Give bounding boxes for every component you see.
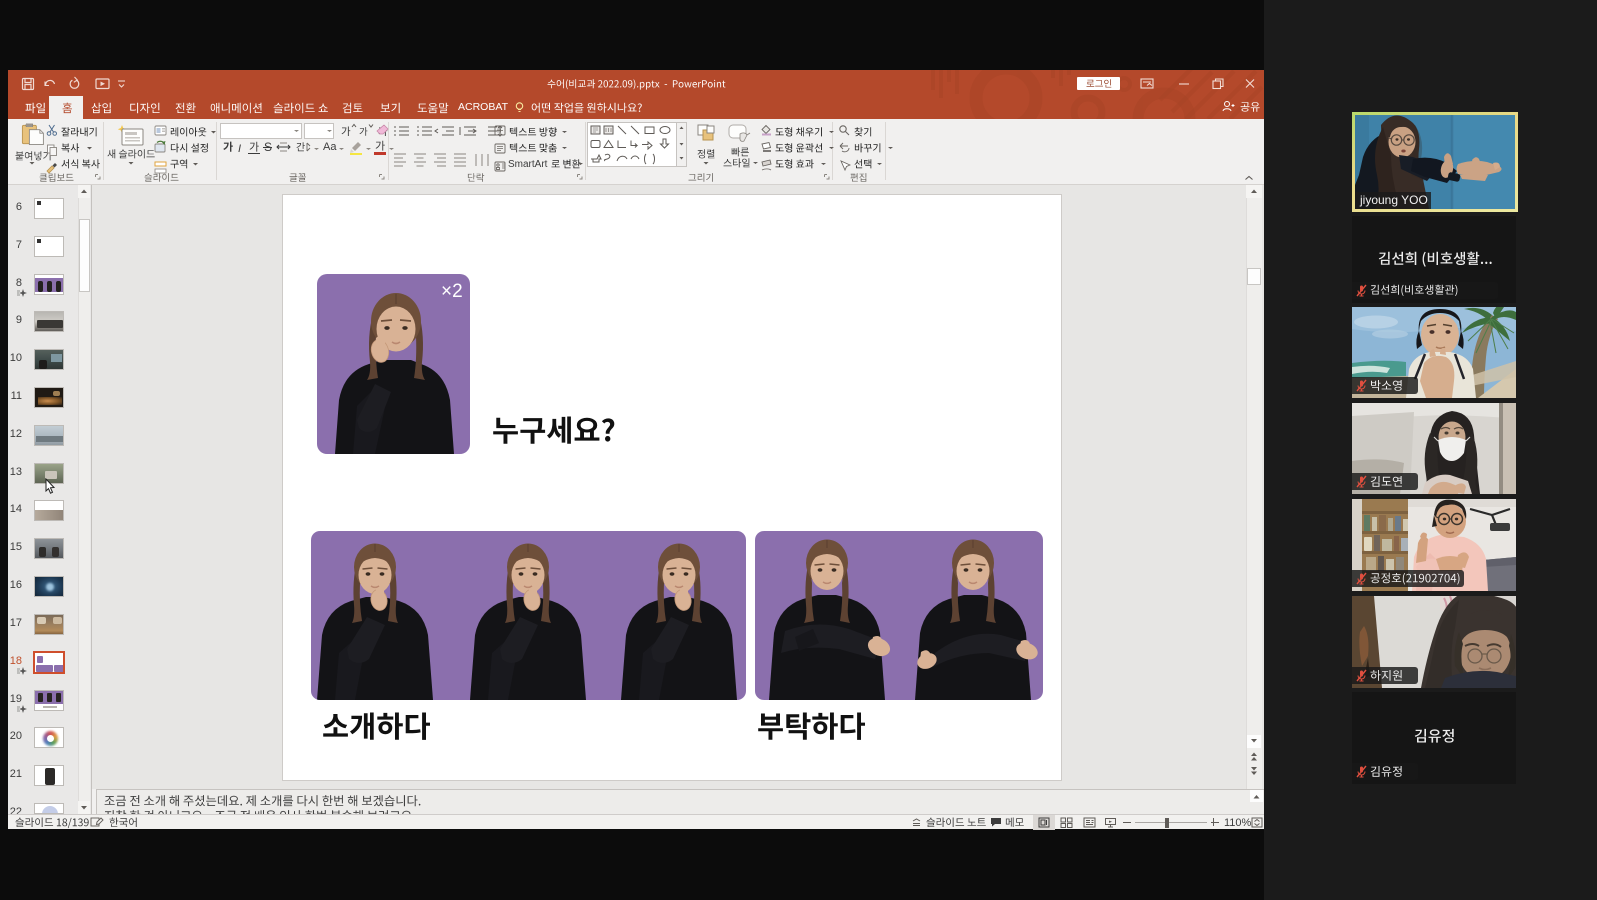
svg-text:I: I bbox=[238, 143, 241, 154]
